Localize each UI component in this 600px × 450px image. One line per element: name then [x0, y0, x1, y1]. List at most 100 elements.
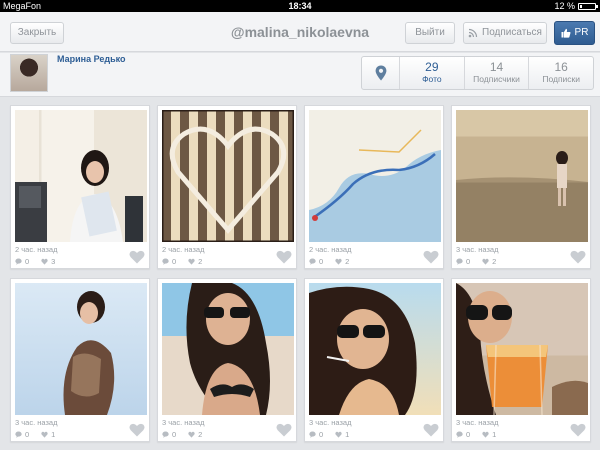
close-button[interactable]: Закрыть — [10, 22, 64, 44]
photo-card[interactable]: 3 час. назад 0 1 — [304, 278, 444, 442]
photo-meta: 0 2 — [309, 257, 349, 266]
stat-following-label: Подписки — [542, 74, 581, 84]
comment-icon — [162, 258, 169, 265]
photo-meta: 0 1 — [309, 430, 349, 439]
photo-image — [162, 110, 294, 242]
comment-count: 0 — [319, 257, 324, 266]
photo-meta: 0 1 — [456, 430, 496, 439]
heart-small-icon — [335, 431, 342, 438]
like-count: 1 — [345, 430, 350, 439]
stat-photos[interactable]: 29 Фото — [400, 57, 465, 89]
comment-count: 0 — [466, 257, 471, 266]
comment-count: 0 — [172, 430, 177, 439]
photo-image — [186, 283, 270, 415]
heart-small-icon — [41, 431, 48, 438]
photo-meta: 0 3 — [15, 257, 55, 266]
photo-thumbnail[interactable] — [309, 110, 441, 242]
photo-image — [456, 283, 588, 415]
pr-label: PR — [574, 27, 589, 38]
heart-icon[interactable] — [276, 423, 292, 437]
photo-time: 2 час. назад — [15, 245, 58, 254]
comment-icon — [162, 431, 169, 438]
photo-image — [456, 151, 588, 242]
photo-card[interactable]: 2 час. назад 0 3 — [10, 105, 150, 269]
comment-icon — [309, 431, 316, 438]
heart-small-icon — [188, 431, 195, 438]
photo-image — [15, 150, 143, 242]
like-count: 2 — [198, 257, 203, 266]
comment-icon — [15, 258, 22, 265]
photo-thumbnail[interactable] — [456, 283, 588, 415]
photo-card[interactable]: 3 час. назад 0 2 — [157, 278, 297, 442]
photo-thumbnail[interactable] — [456, 110, 588, 242]
comment-count: 0 — [25, 430, 30, 439]
photo-meta: 0 1 — [15, 430, 55, 439]
heart-icon[interactable] — [423, 423, 439, 437]
photo-time: 3 час. назад — [456, 418, 499, 427]
heart-icon[interactable] — [423, 250, 439, 264]
stat-photos-label: Фото — [422, 74, 442, 84]
comment-count: 0 — [319, 430, 324, 439]
location-button[interactable] — [362, 57, 400, 89]
like-count: 1 — [492, 430, 497, 439]
heart-small-icon — [335, 258, 342, 265]
photo-card[interactable]: 3 час. назад 0 1 — [451, 278, 591, 442]
heart-small-icon — [41, 258, 48, 265]
photo-time: 3 час. назад — [15, 418, 58, 427]
photo-card[interactable]: 2 час. назад 0 2 — [157, 105, 297, 269]
heart-icon[interactable] — [129, 423, 145, 437]
like-count: 2 — [198, 430, 203, 439]
photo-thumbnail[interactable] — [162, 283, 294, 415]
heart-icon[interactable] — [570, 423, 586, 437]
photo-time: 3 час. назад — [162, 418, 205, 427]
photo-time: 3 час. назад — [309, 418, 352, 427]
photo-meta: 0 2 — [162, 257, 202, 266]
stat-following[interactable]: 16 Подписки — [529, 57, 593, 89]
logout-button[interactable]: Выйти — [405, 22, 455, 44]
photo-card[interactable]: 3 час. назад 0 2 — [451, 105, 591, 269]
comment-count: 0 — [466, 430, 471, 439]
avatar[interactable] — [10, 54, 48, 92]
map-pin-icon — [375, 65, 386, 81]
photo-card[interactable]: 3 час. назад 0 1 — [10, 278, 150, 442]
comment-icon — [456, 431, 463, 438]
photo-thumbnail[interactable] — [309, 283, 441, 415]
photo-thumbnail[interactable] — [162, 110, 294, 242]
heart-small-icon — [188, 258, 195, 265]
battery-status: 12 % — [554, 0, 598, 12]
top-bar: @malina_nikolaevna Закрыть Выйти Подписа… — [0, 12, 600, 52]
like-count: 1 — [51, 430, 56, 439]
comment-count: 0 — [172, 257, 177, 266]
stat-followers-label: Подписчики — [473, 74, 520, 84]
clock: 18:34 — [288, 1, 312, 11]
comment-count: 0 — [25, 257, 30, 266]
heart-small-icon — [482, 258, 489, 265]
status-bar: MegaFon 18:34 12 % — [0, 0, 600, 12]
photo-time: 2 час. назад — [162, 245, 205, 254]
heart-icon[interactable] — [129, 250, 145, 264]
comment-icon — [15, 431, 22, 438]
comment-icon — [309, 258, 316, 265]
heart-icon[interactable] — [570, 250, 586, 264]
thumbs-up-icon — [561, 28, 571, 38]
like-count: 2 — [492, 257, 497, 266]
photo-image — [309, 286, 417, 415]
photo-thumbnail[interactable] — [15, 283, 147, 415]
stat-followers[interactable]: 14 Подписчики — [465, 57, 530, 89]
photo-time: 3 час. назад — [456, 245, 499, 254]
profile-name[interactable]: Марина Редько — [57, 54, 126, 64]
heart-icon[interactable] — [276, 250, 292, 264]
photo-time: 2 час. назад — [309, 245, 352, 254]
profile-stats: 29 Фото 14 Подписчики 16 Подписки — [361, 56, 594, 90]
photo-thumbnail[interactable] — [15, 110, 147, 242]
heart-small-icon — [482, 431, 489, 438]
pr-button[interactable]: PR — [554, 21, 595, 45]
comment-icon — [456, 258, 463, 265]
photo-meta: 0 2 — [456, 257, 496, 266]
subscribe-button[interactable]: Подписаться — [463, 22, 547, 44]
subscribe-label: Подписаться — [482, 27, 542, 38]
battery-percent: 12 % — [554, 1, 575, 11]
stat-photos-count: 29 — [425, 60, 439, 74]
photo-card[interactable]: 2 час. назад 0 2 — [304, 105, 444, 269]
stat-followers-count: 14 — [489, 60, 504, 74]
